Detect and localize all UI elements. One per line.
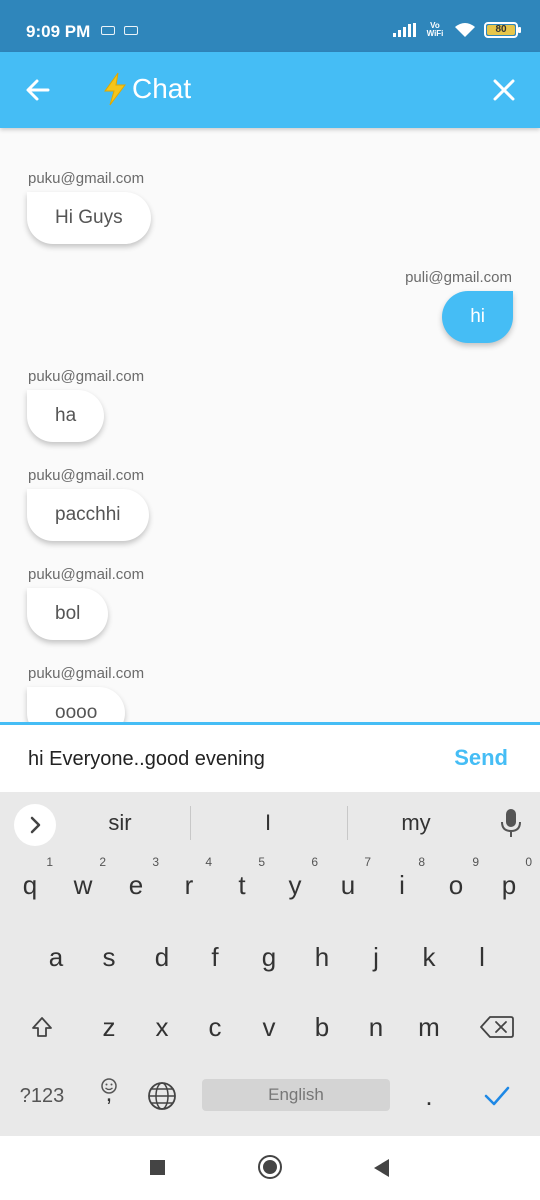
divider	[347, 806, 348, 840]
shift-key[interactable]	[17, 996, 67, 1058]
message-bubble[interactable]: pacchhi	[27, 489, 149, 541]
key-b[interactable]: b	[297, 996, 347, 1058]
language-key[interactable]	[137, 1065, 187, 1127]
spacebar[interactable]: English	[202, 1079, 390, 1111]
key-w[interactable]: w2	[58, 854, 108, 916]
status-time: 9:09 PM	[26, 22, 91, 41]
send-button[interactable]: Send	[454, 745, 508, 771]
wifi-icon	[455, 23, 475, 37]
symbols-key[interactable]: ?123	[14, 1065, 70, 1127]
comma-label: ,	[105, 1080, 113, 1107]
key-t[interactable]: t5	[217, 854, 267, 916]
message-bubble[interactable]: hi	[442, 291, 513, 343]
suggestion-item[interactable]: sir	[60, 810, 180, 836]
lightning-bolt-icon	[104, 72, 126, 106]
app-bar: Chat	[0, 52, 540, 128]
key-o[interactable]: o9	[431, 854, 481, 916]
keyboard: sir I my q1 w2 e3 r4 t5 y6 u7 i8 o9 p0 a…	[0, 792, 540, 1136]
message-bubble[interactable]: bol	[27, 588, 109, 640]
key-s[interactable]: s	[84, 926, 134, 988]
key-l[interactable]: l	[457, 926, 507, 988]
message-sender: puli@gmail.com	[405, 269, 512, 286]
key-v[interactable]: v	[244, 996, 294, 1058]
globe-icon	[148, 1082, 176, 1110]
message-sender: puku@gmail.com	[28, 368, 145, 385]
message-sender: puku@gmail.com	[28, 467, 145, 484]
key-m[interactable]: m	[404, 996, 454, 1058]
key-x[interactable]: x	[137, 996, 187, 1058]
key-g[interactable]: g	[244, 926, 294, 988]
key-i[interactable]: i8	[377, 854, 427, 916]
status-bar: 9:09 PM Vo WiFi 80	[0, 0, 540, 52]
key-r[interactable]: r4	[164, 854, 214, 916]
key-z[interactable]: z	[84, 996, 134, 1058]
period-key[interactable]: .	[404, 1065, 454, 1127]
key-j[interactable]: j	[351, 926, 401, 988]
key-e[interactable]: e3	[111, 854, 161, 916]
key-f[interactable]: f	[190, 926, 240, 988]
emoji-comma-key[interactable]: ,	[84, 1065, 134, 1127]
shift-icon	[32, 1017, 52, 1037]
app-title-text: Chat	[132, 73, 192, 104]
enter-key[interactable]	[472, 1065, 522, 1127]
message-sender: puku@gmail.com	[28, 665, 145, 682]
key-a[interactable]: a	[31, 926, 81, 988]
vowifi-label: Vo WiFi	[426, 21, 444, 38]
suggestion-bar: sir I my	[0, 792, 540, 854]
recents-icon[interactable]	[150, 1160, 165, 1175]
backspace-icon	[480, 1016, 514, 1038]
message-bubble[interactable]: ha	[27, 390, 105, 442]
message-list[interactable]: puku@gmail.com Hi Guys puli@gmail.com hi…	[0, 128, 540, 724]
chevron-right-icon	[30, 816, 41, 834]
suggestion-item[interactable]: I	[208, 810, 328, 836]
key-p[interactable]: p0	[484, 854, 534, 916]
divider	[190, 806, 191, 840]
message-bubble[interactable]: oooo	[27, 687, 126, 724]
message-bubble[interactable]: Hi Guys	[27, 192, 151, 244]
key-u[interactable]: u7	[323, 854, 373, 916]
key-k[interactable]: k	[404, 926, 454, 988]
battery-level: 80	[487, 25, 515, 35]
key-d[interactable]: d	[137, 926, 187, 988]
keyboard-notification-icon	[124, 26, 138, 35]
key-c[interactable]: c	[190, 996, 240, 1058]
notification-icon	[101, 26, 115, 35]
signal-icon	[393, 23, 416, 37]
arrow-back-icon[interactable]	[20, 72, 56, 108]
close-icon[interactable]	[486, 72, 522, 108]
backspace-key[interactable]	[472, 996, 522, 1058]
battery-icon: 80	[484, 22, 521, 38]
message-composer: Send	[0, 722, 540, 792]
home-icon[interactable]	[258, 1155, 282, 1179]
message-sender: puku@gmail.com	[28, 170, 145, 187]
key-q[interactable]: q1	[5, 854, 55, 916]
system-nav-bar	[0, 1136, 540, 1200]
message-input[interactable]	[28, 743, 428, 775]
app-title: Chat	[102, 72, 191, 106]
back-icon[interactable]	[372, 1158, 390, 1178]
checkmark-icon	[484, 1086, 510, 1106]
key-h[interactable]: h	[297, 926, 347, 988]
key-n[interactable]: n	[351, 996, 401, 1058]
message-sender: puku@gmail.com	[28, 566, 145, 583]
key-y[interactable]: y6	[270, 854, 320, 916]
expand-toolbar-button[interactable]	[14, 804, 56, 846]
microphone-icon[interactable]	[500, 808, 522, 838]
suggestion-item[interactable]: my	[356, 810, 476, 836]
